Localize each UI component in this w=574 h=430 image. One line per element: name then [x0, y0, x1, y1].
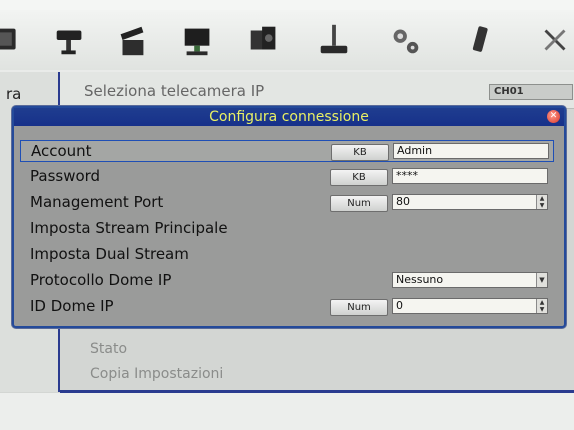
row-password[interactable]: Password KB **** — [20, 166, 554, 188]
main-toolbar — [0, 10, 574, 70]
password-label: Password — [30, 167, 101, 185]
usb-icon[interactable] — [460, 18, 500, 62]
network-monitor-icon[interactable] — [178, 18, 218, 62]
row-dome-id[interactable]: ID Dome IP Num 0 ▲ ▼ — [20, 296, 554, 318]
clapperboard-icon[interactable] — [112, 18, 152, 62]
dome-id-num-button[interactable]: Num — [330, 299, 388, 316]
dialog-title: Configura connessione — [14, 108, 564, 126]
copy-settings-item[interactable]: Copia Impostazioni — [90, 366, 223, 382]
row-account[interactable]: Account KB Admin — [20, 140, 554, 162]
management-port-label: Management Port — [30, 193, 164, 211]
row-management-port[interactable]: Management Port Num 80 ▲ ▼ — [20, 192, 554, 214]
gears-icon[interactable] — [385, 18, 425, 62]
dual-stream-label: Imposta Dual Stream — [30, 245, 189, 263]
camera-icon[interactable] — [50, 18, 90, 62]
bottom-area — [0, 393, 574, 430]
channel-select[interactable]: CH01 — [489, 84, 573, 100]
management-port-num-button[interactable]: Num — [330, 195, 388, 212]
background-left-label: ra — [6, 85, 22, 103]
password-field[interactable]: **** — [392, 168, 548, 184]
connection-config-dialog: Configura connessione ✕ Account KB Admin… — [12, 106, 566, 328]
management-port-value: 80 — [396, 195, 410, 208]
account-field[interactable]: Admin — [393, 143, 549, 159]
device-bundle-icon[interactable] — [244, 18, 284, 62]
spinner-icon[interactable]: ▲ ▼ — [536, 195, 547, 209]
main-stream-label: Imposta Stream Principale — [30, 219, 228, 237]
dome-id-label: ID Dome IP — [30, 297, 114, 315]
dome-protocol-value: Nessuno — [396, 273, 444, 286]
dome-protocol-label: Protocollo Dome IP — [30, 271, 172, 289]
close-icon[interactable]: ✕ — [547, 110, 560, 123]
dome-protocol-select[interactable]: Nessuno ▼ — [392, 272, 548, 288]
select-ip-camera-label: Seleziona telecamera IP — [84, 82, 265, 100]
chevron-down-icon[interactable]: ▼ — [536, 273, 547, 287]
row-dual-stream[interactable]: Imposta Dual Stream — [20, 244, 554, 266]
status-item[interactable]: Stato — [90, 341, 127, 357]
account-kb-button[interactable]: KB — [331, 144, 389, 161]
dome-id-field[interactable]: 0 ▲ ▼ — [392, 298, 548, 314]
monitor-icon[interactable] — [0, 18, 28, 62]
joystick-icon[interactable] — [314, 18, 354, 62]
spinner-icon[interactable]: ▲ ▼ — [536, 299, 547, 313]
dome-id-value: 0 — [396, 299, 403, 312]
tools-icon[interactable] — [535, 18, 574, 62]
row-main-stream[interactable]: Imposta Stream Principale — [20, 218, 554, 240]
password-kb-button[interactable]: KB — [330, 169, 388, 186]
account-label: Account — [31, 142, 92, 160]
management-port-field[interactable]: 80 ▲ ▼ — [392, 194, 548, 210]
row-dome-protocol[interactable]: Protocollo Dome IP Nessuno ▼ — [20, 270, 554, 292]
